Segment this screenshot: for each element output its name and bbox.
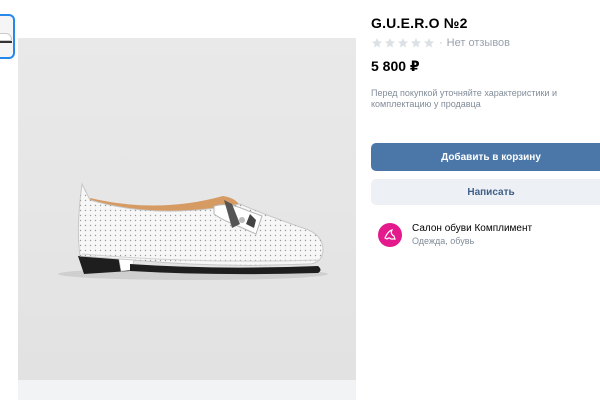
gallery-thumbnail[interactable]	[0, 14, 15, 59]
seller-card[interactable]: Салон обуви Комплимент Одежда, обувь	[378, 223, 532, 247]
seller-name[interactable]: Салон обуви Комплимент	[412, 223, 532, 235]
rating-stars	[371, 37, 435, 49]
add-to-cart-button[interactable]: Добавить в корзину	[371, 143, 600, 171]
thumbnail-shoe-image	[0, 33, 12, 41]
seller-info: Салон обуви Комплимент Одежда, обувь	[412, 223, 532, 247]
reviews-link[interactable]: Нет отзывов	[447, 37, 510, 49]
star-icon	[424, 38, 434, 48]
star-icon	[398, 38, 408, 48]
star-icon	[372, 38, 382, 48]
reviews-separator: ·	[439, 37, 443, 49]
shoe-logo-icon	[384, 229, 396, 240]
seller-logo-icon[interactable]	[378, 223, 402, 247]
star-icon	[385, 38, 395, 48]
purchase-notice: Перед покупкой уточняйте характеристики …	[371, 88, 557, 109]
star-icon	[411, 38, 421, 48]
rating-row: · Нет отзывов	[371, 37, 510, 49]
product-page: G.U.E.R.O №2 · Нет отзывов 5 800 ₽ Перед…	[0, 0, 600, 400]
image-footer	[18, 380, 356, 400]
write-message-button[interactable]: Написать	[371, 179, 600, 205]
product-main-image[interactable]	[18, 38, 356, 380]
thumbnail-shoe-sole	[0, 41, 12, 43]
product-title: G.U.E.R.O №2	[371, 15, 468, 31]
shoe-illustration	[18, 38, 356, 380]
seller-category: Одежда, обувь	[412, 236, 475, 246]
product-price: 5 800 ₽	[371, 58, 420, 74]
